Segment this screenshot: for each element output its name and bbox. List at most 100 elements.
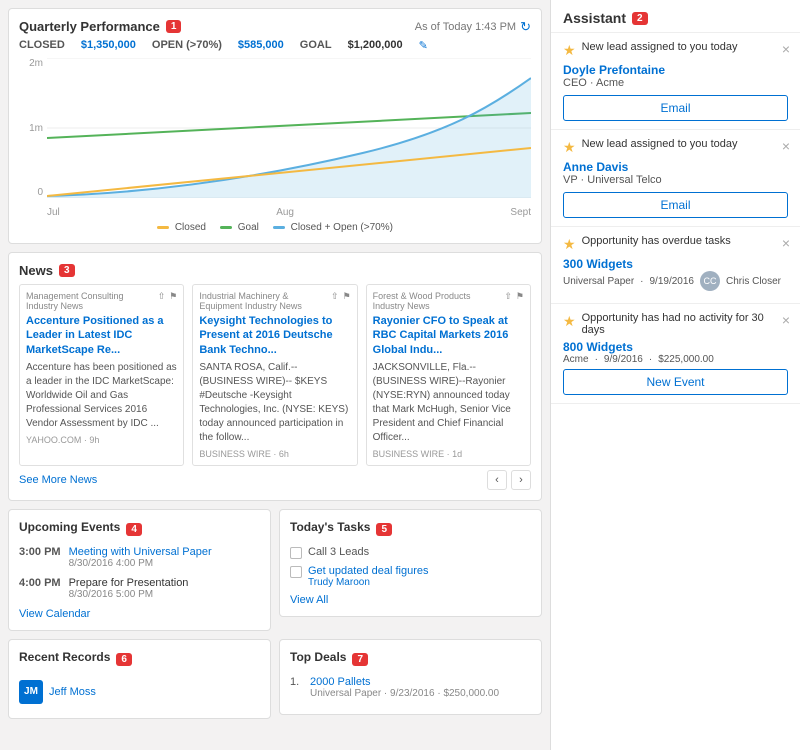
edit-goal-icon[interactable]: ✎	[419, 39, 428, 52]
news-category: Management Consulting Industry News ⇧ ⚑	[26, 291, 177, 311]
share-icon[interactable]: ⇧	[504, 291, 512, 311]
top-deals-badge: 7	[352, 653, 368, 666]
deal-meta: Universal Paper · 9/23/2016 · $250,000.0…	[310, 688, 499, 699]
assist-card-lead-2: × ★ New lead assigned to you today Anne …	[551, 130, 800, 227]
email-button[interactable]: Email	[563, 192, 788, 218]
assistant-badge: 2	[632, 12, 648, 25]
recent-records-badge: 6	[116, 653, 132, 666]
news-source: BUSINESS WIRE · 1d	[373, 449, 524, 459]
news-body: JACKSONVILLE, Fla.--(BUSINESS WIRE)--Ray…	[373, 361, 524, 445]
news-headline[interactable]: Rayonier CFO to Speak at RBC Capital Mar…	[373, 314, 524, 357]
flag-icon[interactable]: ⚑	[169, 291, 177, 311]
prev-arrow[interactable]: ‹	[487, 470, 507, 490]
assist-card-title: Opportunity has overdue tasks	[582, 235, 731, 247]
task-text: Call 3 Leads	[308, 546, 369, 558]
news-grid: Management Consulting Industry News ⇧ ⚑ …	[19, 284, 531, 466]
new-event-button[interactable]: New Event	[563, 369, 788, 395]
chart-xaxis: Jul Aug Sept	[47, 207, 531, 218]
news-title: News	[19, 263, 53, 278]
news-item: Forest & Wood Products Industry News ⇧ ⚑…	[366, 284, 531, 466]
close-icon[interactable]: ×	[782, 138, 790, 154]
news-headline[interactable]: Keysight Technologies to Present at 2016…	[199, 314, 350, 357]
deal-item: 1. 2000 Pallets Universal Paper · 9/23/2…	[290, 676, 531, 699]
record-avatar: JM	[19, 680, 43, 704]
task-link[interactable]: Get updated deal figures	[308, 565, 428, 577]
lead-role: CEO · Acme	[563, 77, 788, 89]
bottom-row: Upcoming Events 4 3:00 PM Meeting with U…	[8, 509, 542, 639]
main-layout: Quarterly Performance 1 As of Today 1:43…	[0, 0, 800, 750]
news-category: Forest & Wood Products Industry News ⇧ ⚑	[373, 291, 524, 311]
x-sept: Sept	[510, 207, 531, 218]
assistant-panel: Assistant 2 × ★ New lead assigned to you…	[550, 0, 800, 750]
news-item: Management Consulting Industry News ⇧ ⚑ …	[19, 284, 184, 466]
lead-name[interactable]: Doyle Prefontaine	[563, 63, 788, 77]
left-panel: Quarterly Performance 1 As of Today 1:43…	[0, 0, 550, 750]
upcoming-events-card: Upcoming Events 4 3:00 PM Meeting with U…	[8, 509, 271, 631]
tasks-badge: 5	[376, 523, 392, 536]
x-aug: Aug	[276, 207, 294, 218]
task-checkbox[interactable]	[290, 547, 302, 559]
news-nav-arrows: ‹ ›	[487, 470, 531, 490]
assist-card-title: New lead assigned to you today	[582, 41, 738, 53]
close-icon[interactable]: ×	[782, 41, 790, 57]
assist-card-title: New lead assigned to you today	[582, 138, 738, 150]
event-time: 4:00 PM	[19, 577, 61, 600]
star-icon: ★	[563, 236, 576, 253]
x-jul: Jul	[47, 207, 60, 218]
news-body: SANTA ROSA, Calif.--(BUSINESS WIRE)-- $K…	[199, 361, 350, 445]
email-button[interactable]: Email	[563, 95, 788, 121]
refresh-icon[interactable]: ↻	[520, 19, 531, 35]
share-icon[interactable]: ⇧	[331, 291, 339, 311]
deal-name[interactable]: 2000 Pallets	[310, 676, 499, 688]
task-item: Get updated deal figures Trudy Maroon	[290, 565, 531, 588]
share-icon[interactable]: ⇧	[158, 291, 166, 311]
upcoming-events-col: Upcoming Events 4 3:00 PM Meeting with U…	[8, 509, 271, 639]
qp-stats: CLOSED $1,350,000 OPEN (>70%) $585,000 G…	[19, 39, 531, 52]
closed-value: $1,350,000	[81, 39, 136, 52]
legend-closed-open: Closed + Open (>70%)	[273, 222, 393, 233]
tasks-col: Today's Tasks 5 Call 3 Leads Get updated…	[279, 509, 542, 639]
news-source: BUSINESS WIRE · 6h	[199, 449, 350, 459]
close-icon[interactable]: ×	[782, 312, 790, 328]
view-calendar-link[interactable]: View Calendar	[19, 608, 260, 620]
see-more-news[interactable]: See More News	[19, 474, 97, 486]
close-icon[interactable]: ×	[782, 235, 790, 251]
flag-icon[interactable]: ⚑	[343, 291, 351, 311]
tasks-card: Today's Tasks 5 Call 3 Leads Get updated…	[279, 509, 542, 617]
task-assignee[interactable]: Trudy Maroon	[308, 577, 428, 588]
task-item: Call 3 Leads	[290, 546, 531, 559]
y-label-1m: 1m	[19, 123, 43, 134]
assist-card-lead-1: × ★ New lead assigned to you today Doyle…	[551, 33, 800, 130]
event-date: 8/30/2016 5:00 PM	[69, 589, 189, 600]
task-checkbox[interactable]	[290, 566, 302, 578]
bottom-row-2: Recent Records 6 JM Jeff Moss Top Deals	[8, 639, 542, 727]
top-deals-title: Top Deals	[290, 650, 346, 664]
quarterly-performance-card: Quarterly Performance 1 As of Today 1:43…	[8, 8, 542, 244]
news-headline[interactable]: Accenture Positioned as a Leader in Late…	[26, 314, 177, 357]
news-nav: See More News ‹ ›	[19, 470, 531, 490]
opp-name[interactable]: 800 Widgets	[563, 340, 788, 354]
event-link[interactable]: Meeting with Universal Paper	[69, 546, 212, 558]
record-name[interactable]: Jeff Moss	[49, 686, 96, 698]
qp-meta: As of Today 1:43 PM ↻	[415, 19, 531, 35]
quarterly-chart: 2m 1m 0	[19, 58, 531, 218]
next-arrow[interactable]: ›	[511, 470, 531, 490]
opp-name[interactable]: 300 Widgets	[563, 257, 788, 271]
lead-name[interactable]: Anne Davis	[563, 160, 788, 174]
chart-yaxis: 2m 1m 0	[19, 58, 47, 198]
deal-num: 1.	[290, 676, 304, 699]
star-icon: ★	[563, 42, 576, 59]
opp-meta: Universal Paper · 9/19/2016 CC Chris Clo…	[563, 271, 788, 291]
news-source: YAHOO.COM · 9h	[26, 435, 177, 445]
assist-card-opp-1: × ★ Opportunity has overdue tasks 300 Wi…	[551, 227, 800, 304]
recent-records-col: Recent Records 6 JM Jeff Moss	[8, 639, 271, 727]
open-label: OPEN (>70%)	[152, 39, 222, 52]
view-all-link[interactable]: View All	[290, 594, 531, 606]
assistant-title: Assistant	[563, 10, 626, 26]
chart-legend: Closed Goal Closed + Open (>70%)	[19, 222, 531, 233]
event-item: 3:00 PM Meeting with Universal Paper 8/3…	[19, 546, 260, 569]
avatar: CC	[700, 271, 720, 291]
news-item: Industrial Machinery & Equipment Industr…	[192, 284, 357, 466]
flag-icon[interactable]: ⚑	[516, 291, 524, 311]
open-value: $585,000	[238, 39, 284, 52]
